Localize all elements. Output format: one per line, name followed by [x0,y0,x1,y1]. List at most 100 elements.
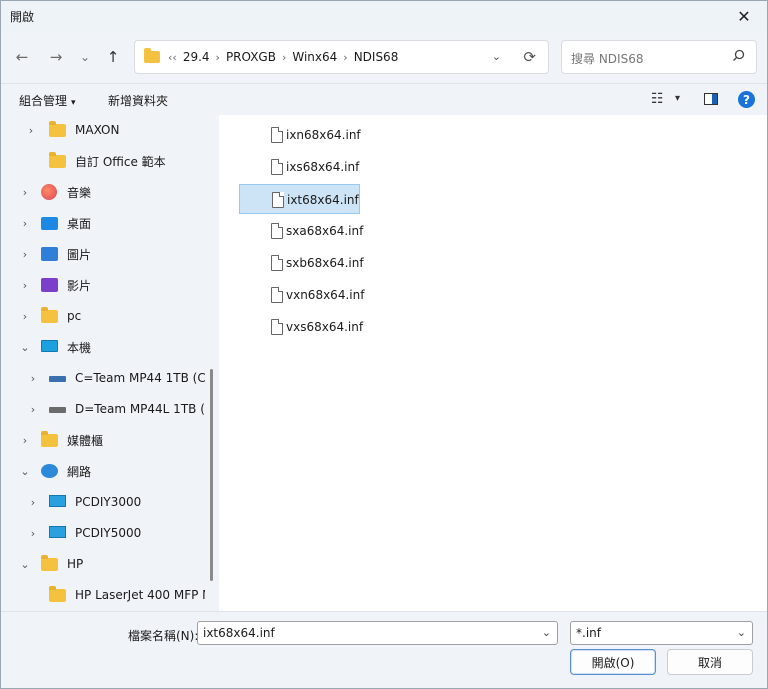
breadcrumb-separator-icon[interactable]: › [343,51,347,64]
tree-item-label: 圖片 [67,247,92,262]
tree-item-pcdiy5000[interactable]: › PCDIY5000 [27,522,141,544]
view-options-caret-icon[interactable]: ▾ [675,93,680,104]
collapse-chevron-icon[interactable]: ⌄ [19,465,31,478]
tree-item-videos[interactable]: › 影片 [19,274,91,296]
file-item[interactable]: ixs68x64.inf [239,152,359,182]
computer-icon [49,525,67,541]
document-icon [271,287,283,303]
network-icon [41,463,59,479]
new-folder-button[interactable]: 新增資料夾 [108,92,168,109]
tree-item-office-templates[interactable]: 自訂 Office 範本 [49,150,166,172]
expand-chevron-icon[interactable]: › [19,279,31,292]
breadcrumb-item[interactable]: Winx64 [292,50,337,64]
caret-down-icon: ▾ [71,98,76,108]
filename-value: ixt68x64.inf [203,626,275,640]
recent-locations-chevron-icon[interactable]: ⌄ [73,45,97,69]
tree-item-hp[interactable]: ⌄ HP [19,553,83,575]
close-icon[interactable]: ✕ [721,1,767,31]
command-bar: 組合管理 ▾ 新增資料夾 ☷ ▾ ? [1,83,767,115]
file-item[interactable]: vxn68x64.inf [239,280,364,310]
document-icon [271,159,283,175]
collapse-chevron-icon[interactable]: ⌄ [19,558,31,571]
help-icon[interactable]: ? [738,91,755,108]
tree-item-hp-laserjet[interactable]: HP LaserJet 400 MFP M42 [49,584,205,606]
music-icon [41,184,59,200]
tree-item-label: PCDIY3000 [75,495,142,509]
folder-icon [49,121,67,138]
address-history-chevron-icon[interactable]: ⌄ [492,50,501,63]
file-item[interactable]: ixn68x64.inf [239,120,361,150]
tree-item-music[interactable]: › 音樂 [19,181,91,203]
expand-chevron-icon[interactable]: › [19,248,31,261]
organize-label: 組合管理 [19,94,68,108]
file-item[interactable]: sxa68x64.inf [239,216,363,246]
expand-chevron-icon[interactable]: › [19,434,31,447]
tree-item-network[interactable]: ⌄ 網路 [19,460,91,482]
expand-chevron-icon[interactable]: › [25,124,37,137]
expand-chevron-icon[interactable]: › [27,403,39,416]
back-arrow-icon[interactable]: ← [10,45,34,69]
file-type-value: *.inf [576,626,601,640]
tree-item-desktop[interactable]: › 桌面 [19,212,91,234]
file-type-select[interactable]: *.inf ⌄ [570,621,753,645]
breadcrumb-separator-icon[interactable]: › [216,51,220,64]
open-button[interactable]: 開啟(O) [570,649,656,675]
computer-icon [49,494,67,510]
navigation-scrollbar-thumb[interactable] [210,369,213,581]
tree-item-label: 本機 [67,340,92,355]
search-placeholder: 搜尋 NDIS68 [571,52,644,66]
tree-item-label: HP LaserJet 400 MFP M42 [75,588,205,602]
expand-chevron-icon[interactable]: › [27,496,39,509]
tree-item-drive-c[interactable]: › C=Team MP44 1TB (C:) [27,367,205,389]
drive-c-icon [49,370,67,386]
breadcrumb-overflow-icon[interactable]: ‹‹ [168,51,177,64]
breadcrumb-separator-icon[interactable]: › [282,51,286,64]
filename-history-chevron-icon[interactable]: ⌄ [542,626,551,639]
file-item[interactable]: sxb68x64.inf [239,248,364,278]
filename-label: 檔案名稱(N): [128,629,199,643]
expand-chevron-icon[interactable]: › [19,310,31,323]
breadcrumb-item[interactable]: PROXGB [226,50,276,64]
filename-input[interactable]: ixt68x64.inf ⌄ [197,621,558,645]
folder-icon [41,431,59,448]
folder-icon [144,48,160,63]
organize-menu[interactable]: 組合管理 ▾ [19,92,76,109]
expand-chevron-icon[interactable]: › [27,527,39,540]
tree-item-drive-d[interactable]: › D=Team MP44L 1TB (D:) [27,398,205,420]
document-icon [271,255,283,271]
preview-pane-icon[interactable] [704,93,718,109]
tree-item-label: 影片 [67,278,92,293]
tree-item-this-pc[interactable]: ⌄ 本機 [19,336,91,358]
expand-chevron-icon[interactable]: › [19,217,31,230]
document-icon [271,223,283,239]
collapse-chevron-icon[interactable]: ⌄ [19,341,31,354]
forward-arrow-icon[interactable]: → [44,45,68,69]
breadcrumb-item[interactable]: 29.4 [183,50,210,64]
cancel-button[interactable]: 取消 [667,649,753,675]
search-icon[interactable] [732,49,745,62]
this-pc-icon [41,339,59,355]
tree-item-pictures[interactable]: › 圖片 [19,243,91,265]
expand-chevron-icon[interactable]: › [27,372,39,385]
search-box[interactable]: 搜尋 NDIS68 [561,40,757,74]
drive-icon [49,401,67,417]
file-item[interactable]: vxs68x64.inf [239,312,363,342]
tree-item-pc-folder[interactable]: › pc [19,305,81,327]
document-icon [271,319,283,335]
tree-item-pcdiy3000[interactable]: › PCDIY3000 [27,491,141,513]
address-bar[interactable]: ‹‹ 29.4 › PROXGB › Winx64 › NDIS68 ⌄ ⟳ [134,40,549,74]
tree-item-libraries[interactable]: › 媒體櫃 [19,429,103,451]
tree-item-label: 媒體櫃 [67,433,104,448]
folder-icon [41,307,59,324]
file-item-selected[interactable]: ixt68x64.inf [239,184,360,214]
navigation-pane[interactable]: › MAXON 自訂 Office 範本 › 音樂 › 桌面 › 圖片 › 影片 [1,115,205,611]
tree-item-label: 音樂 [67,185,92,200]
breadcrumb-item[interactable]: NDIS68 [354,50,399,64]
refresh-icon[interactable]: ⟳ [523,48,536,66]
view-options-icon[interactable]: ☷ [651,91,664,107]
file-name: ixn68x64.inf [286,128,361,142]
tree-item-maxon[interactable]: › MAXON [27,119,119,141]
file-type-chevron-icon[interactable]: ⌄ [737,626,746,639]
expand-chevron-icon[interactable]: › [19,186,31,199]
up-arrow-icon[interactable]: ↑ [101,45,125,69]
